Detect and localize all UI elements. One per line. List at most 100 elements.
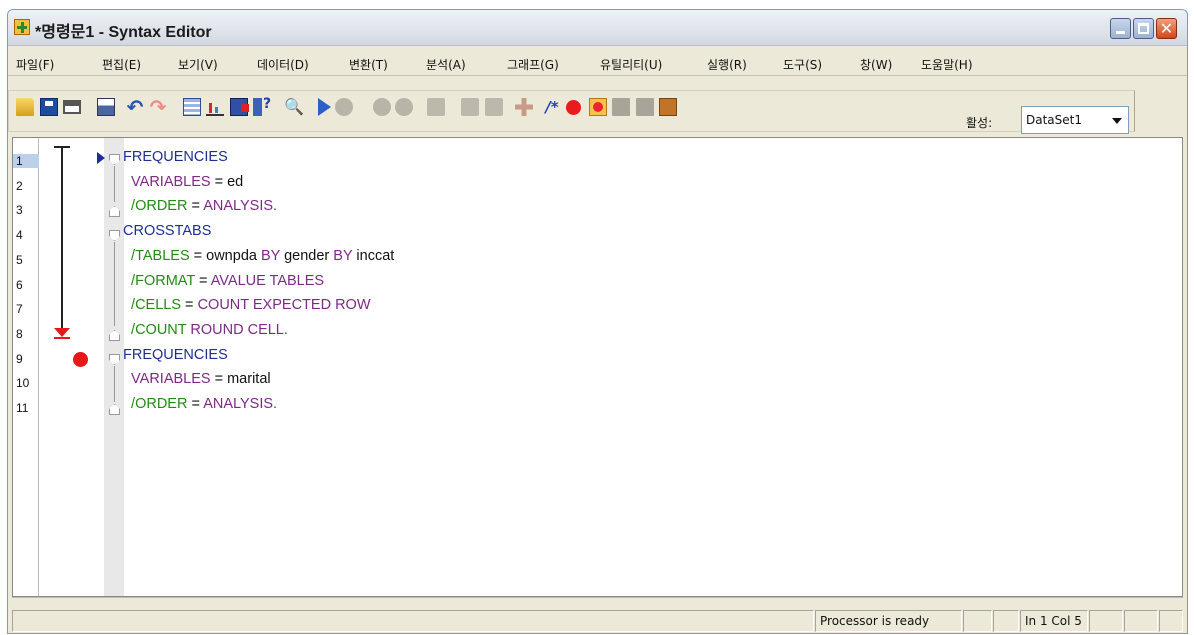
dialog-recall-icon[interactable] bbox=[97, 98, 115, 116]
save-icon[interactable] bbox=[40, 98, 58, 116]
syntax-token: FREQUENCIES bbox=[123, 346, 228, 363]
code-line[interactable]: FREQUENCIES bbox=[123, 149, 228, 165]
active-dataset-value: DataSet1 bbox=[1026, 113, 1082, 127]
code-line[interactable]: /ORDER = ANALYSIS. bbox=[123, 198, 277, 214]
line-number: 3 bbox=[16, 203, 23, 218]
print-icon[interactable] bbox=[63, 100, 81, 114]
syntax-editor[interactable]: 1 FREQUENCIES 2 VARIABLES = ed 3 /ORDER = A… bbox=[12, 137, 1183, 597]
close-icon: ✕ bbox=[1159, 19, 1174, 38]
stop-icon[interactable] bbox=[335, 98, 353, 116]
line-number: 4 bbox=[16, 228, 23, 243]
menu-data[interactable]: 데이터(D) bbox=[257, 56, 309, 73]
code-line[interactable]: /TABLES = ownpda BY gender BY inccat bbox=[123, 248, 394, 264]
syntax-token: BY bbox=[260, 247, 281, 264]
syntax-token: = marital bbox=[210, 371, 271, 388]
syntax-token: gender bbox=[280, 247, 334, 264]
fold-line bbox=[114, 242, 115, 326]
menu-transform[interactable]: 변환(T) bbox=[349, 56, 388, 73]
code-line[interactable]: FREQUENCIES bbox=[123, 347, 228, 363]
syntax-editor-window: *명령문1 - Syntax Editor ✕ 파일(F) 편집(E) 보기(V… bbox=[7, 9, 1188, 634]
cursor-position: In 1 Col 5 bbox=[1020, 610, 1088, 632]
code-line[interactable]: VARIABLES = marital bbox=[123, 371, 271, 387]
syntax-token: = ownpda bbox=[189, 247, 261, 264]
chart-icon[interactable] bbox=[206, 98, 224, 116]
status-cell bbox=[963, 610, 992, 632]
menu-analyze[interactable]: 분석(A) bbox=[426, 56, 466, 73]
plus-icon[interactable] bbox=[515, 98, 533, 116]
toggle-icon[interactable] bbox=[373, 98, 391, 116]
breakpoint-icon[interactable] bbox=[566, 100, 581, 115]
filter-icon[interactable] bbox=[461, 98, 479, 116]
line-number: 6 bbox=[16, 277, 23, 292]
syntax-token: COUNT EXPECTED ROW bbox=[197, 297, 371, 314]
menu-run[interactable]: 실행(R) bbox=[707, 56, 747, 73]
menu-help[interactable]: 도움말(H) bbox=[921, 56, 973, 73]
syntax-token: /ORDER bbox=[123, 198, 188, 215]
line-number: 10 bbox=[16, 376, 30, 391]
syntax-token: /TABLES bbox=[123, 247, 190, 264]
code-line[interactable]: /ORDER = ANALYSIS. bbox=[123, 396, 277, 412]
active-dataset-select[interactable]: DataSet1 bbox=[1021, 106, 1129, 134]
breakpoint-gutter[interactable] bbox=[40, 138, 104, 596]
horizontal-scrollbar[interactable] bbox=[12, 597, 1183, 607]
syntax-token: = bbox=[181, 297, 198, 314]
title-bar[interactable]: *명령문1 - Syntax Editor ✕ bbox=[8, 10, 1187, 46]
find-icon[interactable]: 🔍 bbox=[284, 98, 304, 116]
status-message bbox=[12, 610, 814, 632]
undo-icon[interactable]: ↶ bbox=[126, 97, 144, 117]
menu-edit[interactable]: 편집(E) bbox=[102, 56, 141, 73]
menu-view[interactable]: 보기(V) bbox=[178, 56, 218, 73]
open-folder-icon[interactable] bbox=[16, 98, 34, 116]
clear-breakpoint-icon[interactable] bbox=[589, 98, 607, 116]
syntax-token: inccat bbox=[352, 247, 395, 264]
step-range-end-bar bbox=[54, 337, 70, 339]
line-number: 1 bbox=[13, 154, 39, 168]
menu-file[interactable]: 파일(F) bbox=[16, 56, 54, 73]
syntax-token: BY bbox=[333, 247, 353, 264]
run-icon[interactable] bbox=[318, 98, 331, 116]
code-line[interactable]: /COUNT ROUND CELL. bbox=[123, 322, 288, 338]
bookmark-icon[interactable] bbox=[612, 98, 630, 116]
line-number: 7 bbox=[16, 302, 23, 317]
line-number: 2 bbox=[16, 178, 23, 193]
syntax-token: /CELLS bbox=[123, 297, 182, 314]
code-line[interactable]: /FORMAT = AVALUE TABLES bbox=[123, 273, 324, 289]
split-icon[interactable] bbox=[427, 98, 445, 116]
fold-line bbox=[114, 166, 115, 202]
breakpoint-marker-icon[interactable] bbox=[73, 352, 88, 367]
menu-tools[interactable]: 도구(S) bbox=[783, 56, 822, 73]
code-line[interactable]: /CELLS = COUNT EXPECTED ROW bbox=[123, 297, 371, 314]
syntax-token: /ORDER bbox=[123, 396, 188, 412]
redo-icon[interactable]: ↷ bbox=[149, 97, 167, 117]
syntax-token: ROUND CELL. bbox=[186, 321, 288, 338]
menu-graphs[interactable]: 그래프(G) bbox=[507, 56, 559, 73]
gray-icon[interactable] bbox=[395, 98, 413, 116]
bookmark-next-icon[interactable] bbox=[636, 98, 654, 116]
close-button[interactable]: ✕ bbox=[1156, 18, 1177, 39]
status-cell bbox=[1089, 610, 1123, 632]
comment-icon[interactable]: /* bbox=[543, 98, 561, 116]
maximize-icon bbox=[1138, 23, 1149, 34]
menu-window[interactable]: 창(W) bbox=[860, 56, 892, 73]
variable-info-icon[interactable] bbox=[253, 96, 271, 116]
syntax-token: = bbox=[187, 396, 204, 412]
syntax-token: ANALYSIS. bbox=[203, 198, 278, 215]
line-number: 11 bbox=[16, 401, 29, 415]
variables-icon[interactable] bbox=[230, 98, 249, 116]
code-line[interactable]: VARIABLES = ed bbox=[123, 174, 243, 190]
maximize-button[interactable] bbox=[1133, 18, 1154, 39]
bookmark-clear-icon[interactable] bbox=[659, 98, 677, 116]
syntax-token: /COUNT bbox=[123, 321, 187, 338]
code-line[interactable]: CROSSTABS bbox=[123, 223, 211, 239]
syntax-token: CROSSTABS bbox=[123, 223, 212, 240]
menu-utilities[interactable]: 유틸리티(U) bbox=[600, 56, 662, 73]
status-bar: Processor is ready In 1 Col 5 bbox=[8, 608, 1187, 633]
line-number: 9 bbox=[16, 351, 23, 366]
window-title: *명령문1 - Syntax Editor bbox=[35, 24, 212, 41]
app-icon bbox=[14, 19, 30, 35]
minimize-button[interactable] bbox=[1110, 18, 1131, 39]
syntax-token: /FORMAT bbox=[123, 272, 195, 289]
append-icon[interactable] bbox=[485, 98, 503, 116]
goto-data-icon[interactable] bbox=[183, 98, 201, 116]
active-dataset-label: 활성: bbox=[966, 116, 993, 130]
